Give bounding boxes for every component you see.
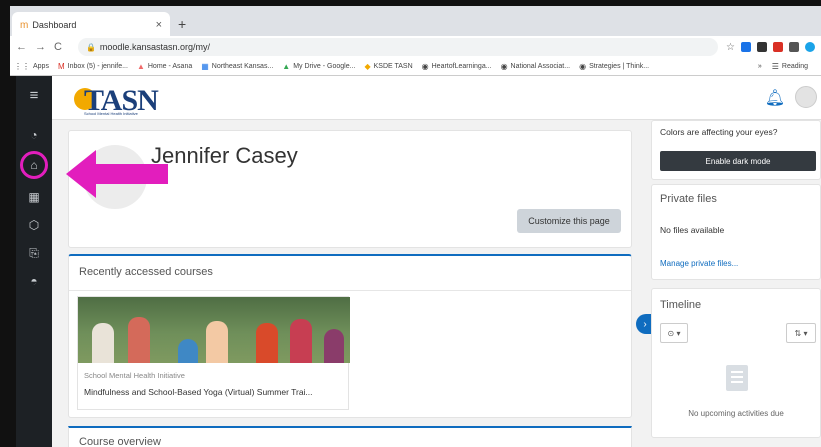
bookmark-icon: ◉ [579, 62, 587, 71]
logo-tagline: School Mental Health Initiative [84, 111, 138, 116]
bookmarks-overflow-button[interactable]: » [758, 63, 762, 70]
user-menu-avatar[interactable] [795, 86, 817, 108]
bookmark-item[interactable]: ▲ My Drive - Google... [282, 62, 355, 71]
files-icon[interactable]: ⬡ [25, 216, 43, 234]
browser-window: m Dashboard × + ← → C 🔒 moodle.kansastas… [10, 6, 821, 76]
course-card[interactable]: School Mental Health Initiative Mindfuln… [77, 296, 350, 410]
bookmark-item[interactable]: ▲ Home - Asana [137, 62, 192, 71]
bookmark-item[interactable]: ▦ Northeast Kansas... [201, 62, 273, 71]
star-icon[interactable]: ☆ [726, 42, 735, 53]
new-tab-button[interactable]: + [178, 16, 186, 32]
course-overview-block: Course overview [68, 426, 632, 447]
address-bar[interactable]: 🔒 moodle.kansastasn.org/my/ [77, 38, 719, 56]
clipboard-icon[interactable]: ⎘ [25, 244, 43, 262]
course-image[interactable] [78, 297, 350, 363]
customize-page-button[interactable]: Customize this page [517, 209, 621, 233]
extension-icon[interactable] [741, 42, 751, 52]
timeline-filter-dropdown[interactable]: ⊙ ▾ [660, 323, 688, 343]
dashboard-icon[interactable]: ◔ [25, 126, 43, 144]
bookmark-icon: ◆ [364, 62, 371, 71]
block-title: Recently accessed courses [79, 266, 213, 278]
block-title: Private files [660, 193, 717, 205]
pointer-arrow-icon [66, 150, 168, 198]
bookmark-icon: ▲ [136, 62, 145, 71]
extension-icon[interactable] [789, 42, 799, 52]
course-category: School Mental Health Initiative [84, 371, 185, 380]
recent-courses-block: Recently accessed courses School Mental … [68, 254, 632, 418]
bookmark-item[interactable]: ◉ HeartofLearninga... [422, 62, 492, 71]
reload-icon[interactable]: C [54, 41, 62, 53]
manage-private-files-link[interactable]: Manage private files... [660, 259, 738, 268]
browser-tab[interactable]: m Dashboard × [12, 12, 170, 38]
bookmark-item[interactable]: ◆ KSDE TASN [364, 62, 412, 71]
top-navbar: TASN School Mental Health Initiative 🔔︎ [52, 76, 821, 120]
graduation-cap-icon[interactable]: ◓ [25, 272, 43, 290]
forward-icon[interactable]: → [35, 41, 46, 53]
close-tab-icon[interactable]: × [156, 19, 162, 31]
reading-list-icon: ☰ [771, 62, 779, 71]
extension-icon[interactable] [773, 42, 783, 52]
bookmark-icon: ▦ [201, 62, 209, 71]
page-title: Jennifer Casey [151, 143, 298, 168]
bookmark-item[interactable]: M Inbox (5) - jennife... [58, 62, 128, 71]
bookmark-icon: ▲ [282, 62, 291, 71]
bookmark-item[interactable]: ◉ Strategies | Think... [579, 62, 649, 71]
empty-document-icon [726, 365, 748, 391]
bookmark-icon: M [57, 62, 65, 71]
tasn-logo[interactable]: TASN School Mental Health Initiative [66, 82, 166, 117]
block-title: Timeline [660, 299, 702, 311]
url-text: moodle.kansastasn.org/my/ [99, 42, 210, 52]
back-icon[interactable]: ← [16, 41, 27, 53]
divider [69, 290, 631, 291]
timeline-empty-text: No upcoming activities due [688, 409, 784, 418]
home-icon[interactable]: ⌂ [25, 156, 43, 174]
profile-icon[interactable] [805, 42, 815, 52]
moodle-favicon-icon: m [20, 19, 29, 31]
enable-dark-mode-button[interactable]: Enable dark mode [660, 151, 816, 171]
bookmark-icon: ◉ [500, 62, 508, 71]
calendar-icon[interactable]: ▦ [25, 188, 43, 206]
reading-list-button[interactable]: ☰ Reading [772, 62, 808, 71]
dark-mode-question: Colors are affecting your eyes? [660, 127, 778, 137]
timeline-sort-dropdown[interactable]: ⇅ ▾ [786, 323, 816, 343]
files-empty-text: No files available [660, 225, 725, 235]
bookmark-icon: ⋮⋮ [14, 62, 30, 71]
lock-icon: 🔒 [85, 42, 96, 52]
tab-title: Dashboard [32, 20, 77, 30]
extension-icon[interactable] [757, 42, 767, 52]
bookmark-item[interactable]: ◉ National Associat... [501, 62, 571, 71]
browser-toolbar: ← → C 🔒 moodle.kansastasn.org/my/ ☆ [10, 36, 821, 58]
block-title: Course overview [79, 436, 161, 447]
menu-icon[interactable]: ≡ [25, 86, 43, 104]
bookmark-item[interactable]: ⋮⋮ Apps [14, 62, 49, 71]
dark-mode-block: Colors are affecting your eyes? Enable d… [651, 120, 821, 180]
course-name-link[interactable]: Mindfulness and School-Based Yoga (Virtu… [84, 387, 313, 397]
bookmark-icon: ◉ [421, 62, 429, 71]
notification-bell-icon[interactable]: 🔔︎ [765, 88, 785, 108]
private-files-block: Private files No files available Manage … [651, 184, 821, 280]
moodle-page: ≡ ◔ ⌂ ▦ ⬡ ⎘ ◓ TASN School Mental Health … [16, 76, 821, 447]
nav-drawer: ≡ ◔ ⌂ ▦ ⬡ ⎘ ◓ [16, 76, 52, 447]
bookmarks-bar: ⋮⋮ Apps M Inbox (5) - jennife... ▲ Home - A… [10, 58, 821, 76]
timeline-block: Timeline ⊙ ▾ ⇅ ▾ No upcoming activities … [651, 288, 821, 438]
